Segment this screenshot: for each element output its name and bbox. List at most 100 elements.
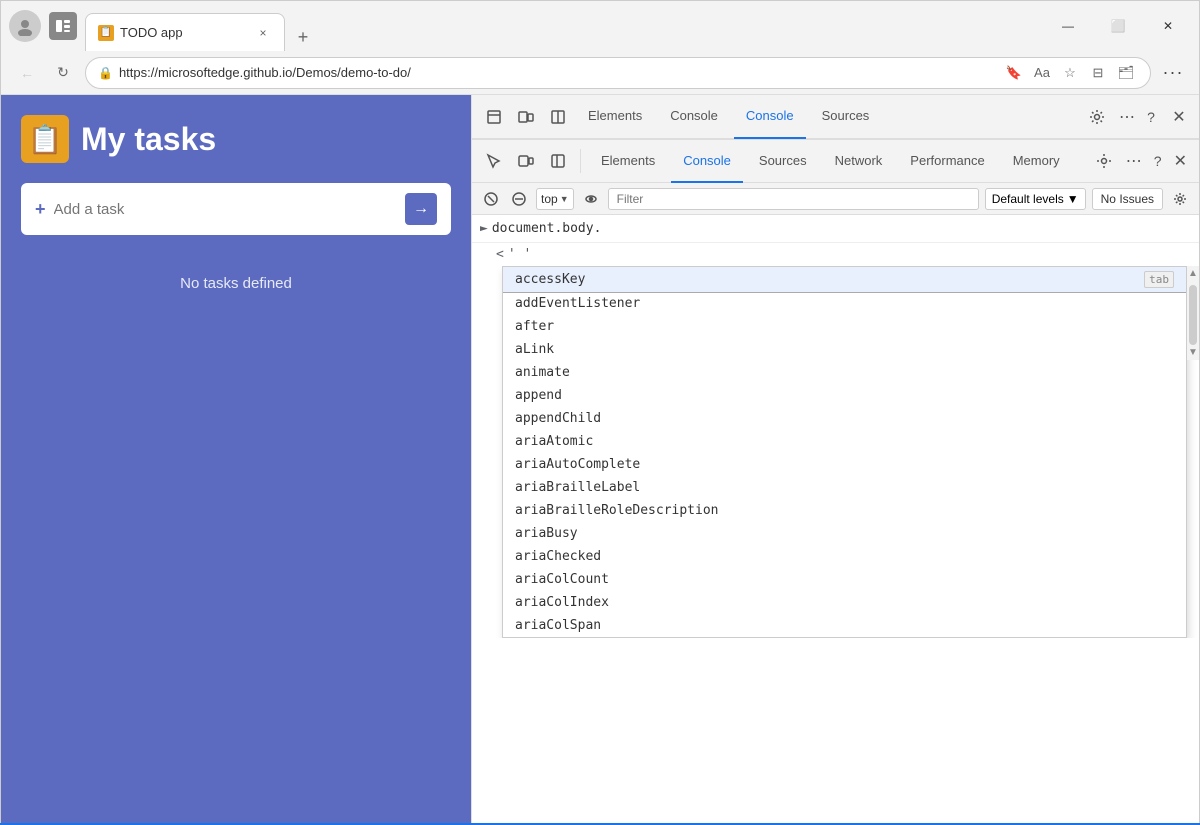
maximize-button[interactable]: ⬜: [1095, 10, 1141, 42]
lock-icon: 🔒: [98, 66, 113, 80]
autocomplete-item-label: animate: [515, 365, 570, 380]
autocomplete-item-label: ariaBrailleRoleDescription: [515, 503, 719, 518]
tabs-area: 📋 TODO app × +: [85, 1, 1037, 51]
devtools-tab-performance[interactable]: Performance: [898, 139, 996, 183]
main-content: 📋 My tasks + → No tasks defined: [1, 95, 1199, 824]
back-button[interactable]: ←: [13, 59, 41, 87]
address-text: https://microsoftedge.github.io/Demos/de…: [119, 65, 996, 80]
scroll-down-arrow[interactable]: ▼: [1187, 345, 1199, 360]
autocomplete-item[interactable]: appendChild: [503, 407, 1186, 430]
devtools-tab-sources[interactable]: Sources: [747, 139, 819, 183]
inspect-element-icon[interactable]: [480, 147, 508, 175]
context-selector[interactable]: top ▼: [536, 188, 574, 210]
devtools-tab-memory[interactable]: Memory: [1001, 139, 1072, 183]
autocomplete-item-label: ariaAtomic: [515, 434, 593, 449]
log-levels-label: Default levels: [992, 192, 1064, 206]
device-emulation-icon[interactable]: [512, 147, 540, 175]
autocomplete-item[interactable]: animate: [503, 361, 1186, 384]
console-output-row: < ' ': [472, 243, 1199, 266]
todo-app: 📋 My tasks + → No tasks defined: [1, 95, 471, 824]
address-field[interactable]: 🔒 https://microsoftedge.github.io/Demos/…: [85, 57, 1151, 89]
devtools-tab-console[interactable]: Console: [671, 139, 743, 183]
minimize-button[interactable]: —: [1045, 10, 1091, 42]
more-tools-button[interactable]: ···: [1159, 59, 1187, 87]
console-eye-icon[interactable]: [580, 188, 602, 210]
scrollbar-track[interactable]: ▲ ▼: [1187, 266, 1199, 360]
tab-sources[interactable]: Sources: [810, 95, 882, 139]
devtools-help-button[interactable]: ?: [1139, 105, 1163, 129]
active-tab[interactable]: 📋 TODO app ×: [85, 13, 285, 51]
divider: [580, 149, 581, 173]
autocomplete-item[interactable]: ariaColIndex: [503, 591, 1186, 614]
console-output-value: ' ': [508, 247, 531, 262]
tab-console[interactable]: Console: [658, 95, 730, 139]
console-filter-input[interactable]: [608, 188, 979, 210]
bookmark-icon[interactable]: 🔖: [1002, 61, 1026, 85]
address-icons: 🔖 Aa ☆ ⊟ 🗂: [1002, 61, 1138, 85]
autocomplete-item[interactable]: ariaAutoComplete: [503, 453, 1186, 476]
close-button[interactable]: ✕: [1145, 10, 1191, 42]
autocomplete-item[interactable]: append: [503, 384, 1186, 407]
autocomplete-item-label: ariaBusy: [515, 526, 578, 541]
reader-icon[interactable]: Aa: [1030, 61, 1054, 85]
devtools-settings-gear[interactable]: [1083, 103, 1111, 131]
autocomplete-dropdown: accessKeytabaddEventListenerafter aLink an…: [472, 266, 1199, 824]
autocomplete-item[interactable]: ariaChecked: [503, 545, 1186, 568]
tab-favicon: 📋: [98, 25, 114, 41]
refresh-button[interactable]: ↻: [49, 59, 77, 87]
console-settings-icon[interactable]: [1169, 188, 1191, 210]
autocomplete-item[interactable]: ariaBusy: [503, 522, 1186, 545]
devtools-elements-sidebar-icon[interactable]: [544, 103, 572, 131]
devtools-help-icon[interactable]: ?: [1150, 153, 1166, 169]
devtools-close-icon[interactable]: ✕: [1170, 151, 1191, 171]
autocomplete-item[interactable]: ariaBrailleLabel: [503, 476, 1186, 499]
autocomplete-item[interactable]: ariaBrailleRoleDescription: [503, 499, 1186, 522]
devtools-tab-elements[interactable]: Elements: [589, 139, 667, 183]
split-view-icon[interactable]: ⊟: [1086, 61, 1110, 85]
console-clear-button[interactable]: [480, 188, 502, 210]
collections-icon[interactable]: 🗂: [1114, 61, 1138, 85]
profile-icon[interactable]: [9, 10, 41, 42]
title-bar-left: [9, 10, 77, 42]
add-task-input[interactable]: [54, 201, 397, 218]
autocomplete-item[interactable]: aLink: [503, 338, 1186, 361]
devtools-more-icon[interactable]: ⋯: [1122, 151, 1146, 171]
autocomplete-item[interactable]: ariaAtomic: [503, 430, 1186, 453]
new-tab-button[interactable]: +: [289, 23, 317, 51]
log-levels-dropdown[interactable]: Default levels ▼: [985, 188, 1086, 210]
star-icon[interactable]: ☆: [1058, 61, 1082, 85]
autocomplete-item-label: ariaAutoComplete: [515, 457, 640, 472]
autocomplete-item-label: append: [515, 388, 562, 403]
console-input-text[interactable]: document.body.: [492, 221, 1191, 236]
console-output-arrow: <: [496, 247, 504, 262]
devtools-settings[interactable]: [1090, 147, 1118, 175]
context-chevron-icon: ▼: [560, 194, 569, 204]
add-task-plus-icon: +: [35, 199, 46, 220]
tab-console-active[interactable]: Console: [734, 95, 806, 139]
tab-close-button[interactable]: ×: [254, 24, 272, 42]
devtools-close-button[interactable]: ✕: [1167, 105, 1191, 129]
toggle-sidebar-icon[interactable]: [544, 147, 572, 175]
log-levels-chevron: ▼: [1067, 192, 1079, 206]
no-issues-badge: No Issues: [1092, 188, 1163, 210]
devtools-device-icon[interactable]: [512, 103, 540, 131]
tab-elements[interactable]: Elements: [576, 95, 654, 139]
autocomplete-item[interactable]: accessKeytab: [503, 267, 1186, 292]
tab-console-label: Console: [670, 108, 718, 123]
console-filter-button[interactable]: [508, 188, 530, 210]
devtools-tab-network[interactable]: Network: [823, 139, 895, 183]
sidebar-icon[interactable]: [49, 12, 77, 40]
autocomplete-item-label: ariaBrailleLabel: [515, 480, 640, 495]
autocomplete-item[interactable]: ariaColCount: [503, 568, 1186, 591]
devtools-inspect-icon[interactable]: [480, 103, 508, 131]
scrollbar-thumb[interactable]: [1189, 285, 1197, 345]
toolbar-icons: ···: [1159, 59, 1187, 87]
add-task-submit-button[interactable]: →: [405, 193, 437, 225]
address-bar: ← ↻ 🔒 https://microsoftedge.github.io/De…: [1, 51, 1199, 95]
devtools-more-button[interactable]: ⋯: [1119, 107, 1135, 127]
autocomplete-item[interactable]: addEventListener: [503, 292, 1186, 315]
autocomplete-item[interactable]: after: [503, 315, 1186, 338]
scroll-up-arrow[interactable]: ▲: [1187, 266, 1199, 281]
autocomplete-item[interactable]: ariaColSpan: [503, 614, 1186, 637]
autocomplete-item-label: aLink: [515, 342, 554, 357]
